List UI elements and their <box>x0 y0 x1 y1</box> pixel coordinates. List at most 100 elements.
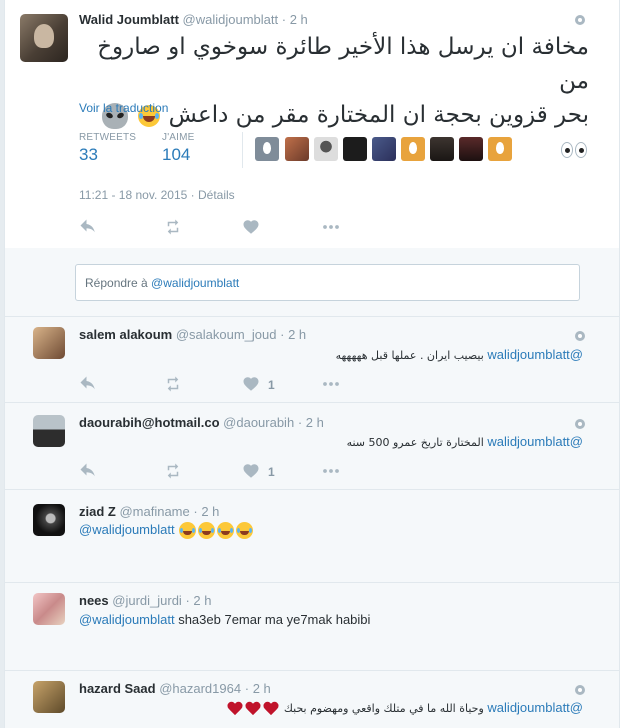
laughing-crying-emoji-icon <box>217 522 235 540</box>
author-handle[interactable]: @mafiname <box>119 504 189 519</box>
mention-link[interactable]: @walidjoumblatt <box>487 700 583 715</box>
liker-avatar[interactable] <box>372 137 396 161</box>
heart-emoji-icon <box>245 702 261 716</box>
author-fullname[interactable]: salem alakoum <box>79 327 172 342</box>
mention-link[interactable]: @walidjoumblatt <box>487 347 583 362</box>
tweet-actions <box>79 218 359 238</box>
heart-emoji-icon <box>263 702 279 716</box>
laughing-crying-emoji-icon <box>236 522 254 540</box>
likes-label: J'AIME <box>162 132 195 143</box>
liker-avatar[interactable] <box>285 137 309 161</box>
tweet-meta: 11:21 - 18 nov. 2015 · Détails <box>79 188 235 202</box>
liker-avatar[interactable] <box>430 137 454 161</box>
liker-avatar[interactable] <box>488 137 512 161</box>
eyes-emoji-icon <box>559 140 589 160</box>
reply-tweet[interactable]: ziad Z @mafiname · 2 h @walidjoumblatt <box>5 490 619 582</box>
stats-divider <box>242 132 243 168</box>
reply-text: @walidjoumblatt بيصيب ايران . عملها قبل … <box>336 347 583 362</box>
globe-icon <box>575 685 585 695</box>
avatar[interactable] <box>33 327 65 359</box>
more-icon[interactable] <box>322 218 342 238</box>
reply-text: @walidjoumblatt <box>79 522 254 540</box>
tweet-time[interactable]: 2 h <box>306 415 324 430</box>
retweets-label: RETWEETS <box>79 132 137 143</box>
tweet-text-line-2-text: بحر قزوين بحجة ان المختارة مقر من داعش <box>168 102 589 128</box>
main-tweet: Walid Joumblatt @walidjoumblatt · 2 h مخ… <box>5 0 619 248</box>
tweet-time[interactable]: 2 h <box>253 681 271 696</box>
reply-compose-area: Répondre à @walidjoumblatt <box>5 248 619 316</box>
liker-avatar[interactable] <box>255 137 279 161</box>
author-fullname[interactable]: hazard Saad <box>79 681 156 696</box>
reply-icon[interactable] <box>79 218 99 238</box>
author-fullname[interactable]: ziad Z <box>79 504 116 519</box>
tweet-timestamp: 11:21 - 18 nov. 2015 <box>79 188 188 202</box>
separator-dot: · <box>185 593 190 608</box>
tweet-time[interactable]: 2 h <box>201 504 219 519</box>
laughing-crying-emoji-icon <box>198 522 216 540</box>
retweet-icon[interactable] <box>164 462 184 482</box>
like-count: 1 <box>268 465 275 479</box>
author-handle[interactable]: @walidjoumblatt <box>183 12 279 27</box>
reply-tweet[interactable]: hazard Saad @hazard1964 · 2 h @walidjoum… <box>5 671 619 728</box>
reply-input[interactable]: Répondre à @walidjoumblatt <box>75 264 580 301</box>
reply-placeholder-mention: @walidjoumblatt <box>151 276 240 290</box>
avatar[interactable] <box>33 504 65 536</box>
mention-link[interactable]: @walidjoumblatt <box>79 612 175 627</box>
author-fullname[interactable]: daourabih@hotmail.co <box>79 415 220 430</box>
tweet-time[interactable]: 2 h <box>290 12 308 27</box>
retweets-count[interactable]: 33 <box>79 145 98 165</box>
tweet-detail-card: Walid Joumblatt @walidjoumblatt · 2 h مخ… <box>4 0 620 728</box>
globe-icon <box>575 331 585 341</box>
avatar[interactable] <box>33 681 65 713</box>
like-icon[interactable] <box>242 462 262 482</box>
liker-avatar[interactable] <box>314 137 338 161</box>
more-icon[interactable] <box>322 462 342 482</box>
author-handle[interactable]: @daourabih <box>223 415 294 430</box>
reply-placeholder-prefix: Répondre à <box>85 276 152 290</box>
mention-link[interactable]: @walidjoumblatt <box>79 522 175 537</box>
separator-dot: · <box>297 415 303 430</box>
retweet-icon[interactable] <box>164 218 184 238</box>
tweet-header: nees @jurdi_jurdi · 2 h <box>79 593 212 608</box>
separator-dot: · <box>193 504 198 519</box>
author-handle[interactable]: @hazard1964 <box>159 681 241 696</box>
avatar[interactable] <box>33 415 65 447</box>
reply-tweet[interactable]: nees @jurdi_jurdi · 2 h @walidjoumblatt … <box>5 583 619 670</box>
liker-avatar[interactable] <box>343 137 367 161</box>
reply-text-body: بيصيب ايران . عملها قبل هههههه <box>335 349 484 362</box>
reply-tweet[interactable]: salem alakoum @salakoum_joud · 2 h @wali… <box>5 317 619 402</box>
tweet-header: hazard Saad @hazard1964 · 2 h <box>79 681 271 696</box>
globe-icon <box>575 419 585 429</box>
tweet-time[interactable]: 2 h <box>288 327 306 342</box>
details-link[interactable]: Détails <box>198 188 235 202</box>
retweet-icon[interactable] <box>164 375 184 395</box>
separator-dot: · <box>190 188 198 202</box>
liker-avatar[interactable] <box>401 137 425 161</box>
reply-tweet[interactable]: daourabih@hotmail.co @daourabih · 2 h @w… <box>5 403 619 489</box>
tweet-header: daourabih@hotmail.co @daourabih · 2 h <box>79 415 324 430</box>
reply-icon[interactable] <box>79 375 99 395</box>
globe-icon <box>575 15 585 25</box>
tweet-header: salem alakoum @salakoum_joud · 2 h <box>79 327 306 342</box>
author-handle[interactable]: @salakoum_joud <box>176 327 277 342</box>
tweet-header: Walid Joumblatt @walidjoumblatt · 2 h <box>79 12 308 27</box>
author-handle[interactable]: @jurdi_jurdi <box>112 593 182 608</box>
like-icon[interactable] <box>242 218 262 238</box>
translate-link[interactable]: Voir la traduction <box>79 101 168 115</box>
separator-dot: · <box>281 12 287 27</box>
like-icon[interactable] <box>242 375 262 395</box>
avatar[interactable] <box>20 14 68 62</box>
reply-text-body: وحياة الله ما في متلك واقعي ومهضوم بحبك <box>283 702 484 715</box>
author-fullname[interactable]: Walid Joumblatt <box>79 12 179 27</box>
liker-avatar[interactable] <box>459 137 483 161</box>
mention-link[interactable]: @walidjoumblatt <box>487 434 583 449</box>
likes-count[interactable]: 104 <box>162 145 190 165</box>
author-fullname[interactable]: nees <box>79 593 109 608</box>
like-count: 1 <box>268 378 275 392</box>
more-icon[interactable] <box>322 375 342 395</box>
avatar[interactable] <box>33 593 65 625</box>
heart-emoji-icon <box>227 702 243 716</box>
separator-dot: · <box>244 681 250 696</box>
reply-icon[interactable] <box>79 462 99 482</box>
tweet-time[interactable]: 2 h <box>193 593 211 608</box>
